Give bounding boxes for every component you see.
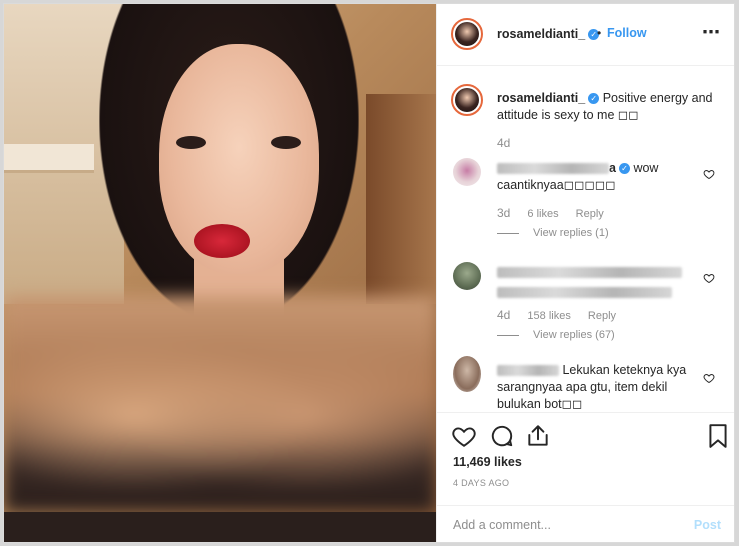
post-photo[interactable] (4, 4, 436, 542)
post-header: rosameldianti_ ✓ • Follow ⋯ (437, 4, 734, 66)
verified-icon: ✓ (588, 93, 600, 105)
header-separator: • (597, 26, 602, 40)
photo-eye-left (176, 136, 206, 149)
comment-text: a ✓ wow caantiknyaa◻◻◻◻◻ (497, 160, 702, 194)
reply-button[interactable]: Reply (576, 208, 604, 220)
follow-button[interactable]: Follow (607, 26, 647, 40)
comments-list[interactable]: rosameldianti_ ✓ Positive energy and atti… (437, 66, 734, 412)
caption-meta: 4d (497, 136, 524, 150)
photo-door (366, 94, 436, 304)
caption-username[interactable]: rosameldianti_ (497, 91, 585, 105)
comment-meta: 4d 158 likes Reply (497, 308, 630, 322)
view-replies[interactable]: View replies (1) (497, 227, 609, 239)
header-username[interactable]: rosameldianti_ ✓ (497, 27, 600, 41)
add-comment-bar: Add a comment... Post (437, 505, 734, 542)
reply-button[interactable]: Reply (588, 310, 616, 322)
more-icon[interactable]: ⋯ (702, 22, 721, 43)
heart-icon[interactable] (703, 372, 715, 384)
likes-count[interactable]: 11,469 likes (453, 455, 522, 469)
posted-time[interactable]: 4 DAYS AGO (453, 478, 509, 488)
comment-avatar[interactable] (453, 158, 481, 186)
side-panel: rosameldianti_ ✓ • Follow ⋯ rosameldianti… (436, 4, 734, 542)
comment-text: Lekukan keteknya kya sarangnyaa apa gtu,… (497, 362, 707, 412)
post-actions: 11,469 likes 4 DAYS AGO Add a comment...… (437, 412, 734, 542)
censor-blur (4, 296, 436, 512)
heart-icon[interactable] (703, 272, 715, 284)
photo-shelf (4, 144, 94, 173)
replies-line (497, 232, 519, 234)
replies-line (497, 334, 519, 336)
redacted-username (497, 163, 609, 175)
verified-icon: ✓ (618, 163, 630, 175)
comment-meta: 3d 6 likes Reply (497, 206, 618, 220)
view-replies-label[interactable]: View replies (67) (533, 329, 615, 341)
heart-icon[interactable] (451, 423, 477, 449)
bookmark-icon[interactable] (705, 423, 731, 449)
comment-likes[interactable]: 158 likes (527, 310, 570, 322)
photo-eye-right (271, 136, 301, 149)
view-replies[interactable]: View replies (67) (497, 329, 615, 341)
photo-lips (194, 224, 250, 258)
comment-avatar[interactable] (453, 262, 481, 290)
caption-time[interactable]: 4d (497, 136, 510, 150)
comment-time[interactable]: 4d (497, 308, 510, 322)
share-icon[interactable] (525, 423, 551, 449)
redacted-comment (497, 287, 672, 299)
comment-avatar[interactable] (453, 356, 481, 392)
comment-username[interactable]: a (497, 161, 616, 175)
header-username-text[interactable]: rosameldianti_ (497, 27, 585, 41)
photo-bottom (4, 512, 436, 542)
comment-likes[interactable]: 6 likes (527, 208, 558, 220)
post-modal: rosameldianti_ ✓ • Follow ⋯ rosameldianti… (3, 3, 735, 543)
comment-text (497, 264, 697, 299)
caption-avatar[interactable] (451, 84, 483, 116)
post-button[interactable]: Post (694, 518, 721, 532)
avatar[interactable] (451, 18, 483, 50)
comment-time[interactable]: 3d (497, 206, 510, 220)
comment-username-suffix: a (609, 161, 616, 175)
comment-icon[interactable] (489, 423, 515, 449)
redacted-username (497, 267, 682, 279)
heart-icon[interactable] (703, 168, 715, 180)
view-replies-label[interactable]: View replies (1) (533, 227, 609, 239)
comment-input[interactable]: Add a comment... (453, 518, 551, 532)
redacted-username (497, 365, 559, 377)
caption-text: rosameldianti_ ✓ Positive energy and atti… (497, 90, 722, 124)
